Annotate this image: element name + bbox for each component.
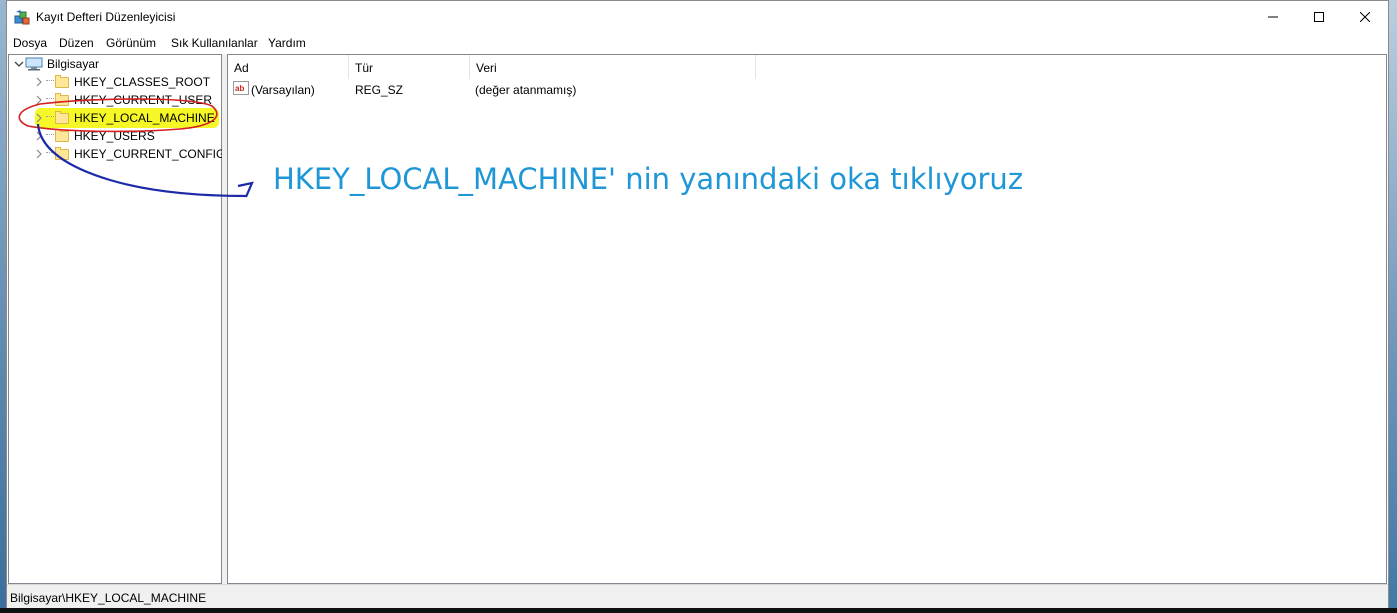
folder-icon (55, 128, 69, 142)
column-header-data[interactable]: Veri (470, 55, 755, 79)
tree-connector (46, 98, 54, 99)
column-header-type[interactable]: Tür (349, 55, 469, 79)
folder-icon (55, 74, 69, 88)
registry-editor-icon (14, 10, 30, 25)
annotation-text: HKEY_LOCAL_MACHINE' nin yanındaki oka tı… (273, 162, 1024, 196)
column-header-name[interactable]: Ad (228, 55, 348, 79)
key-tree-pane[interactable]: Bilgisayar HKEY_CLASSES_ROOT HKEY_CURREN… (8, 54, 225, 584)
menu-view[interactable]: Görünüm (106, 36, 156, 50)
tree-connector (46, 116, 54, 117)
tree-connector (46, 134, 54, 135)
tree-item-hku[interactable]: HKEY_USERS (33, 127, 155, 145)
value-row[interactable]: ab (Varsayılan) REG_SZ (değer atanmamış) (228, 80, 928, 98)
chevron-right-icon[interactable] (33, 73, 45, 91)
folder-icon (55, 146, 69, 160)
value-name: (Varsayılan) (251, 83, 315, 97)
string-value-icon: ab (233, 81, 249, 95)
menu-file[interactable]: Dosya (13, 36, 47, 50)
minimize-button[interactable] (1250, 1, 1296, 33)
close-button[interactable] (1342, 1, 1388, 33)
tree-item-hkcu[interactable]: HKEY_CURRENT_USER (33, 91, 212, 109)
value-data: (değer atanmamış) (475, 83, 577, 97)
chevron-right-icon[interactable] (33, 91, 45, 109)
menu-favorites[interactable]: Sık Kullanılanlar (171, 36, 258, 50)
maximize-button[interactable] (1296, 1, 1342, 33)
registry-editor-window: Kayıt Defteri Düzenleyicisi Dosya Düzen … (6, 0, 1389, 608)
tree-connector (46, 152, 54, 153)
tree-item-hkcr[interactable]: HKEY_CLASSES_ROOT (33, 73, 210, 91)
tree-item-label: HKEY_CURRENT_CONFIG (74, 147, 226, 161)
folder-icon (55, 110, 69, 124)
taskbar-edge (0, 608, 1397, 613)
maximize-icon (1314, 12, 1324, 22)
tree-item-label: HKEY_CLASSES_ROOT (74, 75, 211, 89)
status-bar: Bilgisayar\HKEY_LOCAL_MACHINE (7, 584, 1388, 608)
value-type: REG_SZ (355, 83, 404, 97)
status-path: Bilgisayar\HKEY_LOCAL_MACHINE (10, 591, 207, 605)
tree-item-label: HKEY_LOCAL_MACHINE (74, 111, 215, 125)
menu-bar: Dosya Düzen Görünüm Sık Kullanılanlar Ya… (7, 33, 1388, 53)
computer-icon (25, 57, 43, 71)
title-bar[interactable]: Kayıt Defteri Düzenleyicisi (7, 1, 1388, 33)
tree-item-hkcc[interactable]: HKEY_CURRENT_CONFIG (33, 145, 225, 163)
menu-edit[interactable]: Düzen (59, 36, 94, 50)
chevron-right-icon[interactable] (33, 145, 45, 163)
menu-help[interactable]: Yardım (268, 36, 306, 50)
tree-root-label: Bilgisayar (47, 57, 100, 71)
svg-text:ab: ab (235, 84, 244, 93)
column-divider[interactable] (755, 55, 756, 79)
chevron-right-icon[interactable] (33, 109, 45, 127)
tree-item-hklm[interactable]: HKEY_LOCAL_MACHINE (33, 109, 215, 127)
folder-icon (55, 92, 69, 106)
window-title: Kayıt Defteri Düzenleyicisi (36, 10, 176, 24)
tree-connector (46, 80, 54, 81)
tree-item-label: HKEY_USERS (74, 129, 155, 143)
close-icon (1360, 12, 1370, 22)
tree-item-computer[interactable]: Bilgisayar (13, 55, 99, 73)
desktop-background-right (1389, 0, 1397, 613)
chevron-down-icon[interactable] (13, 55, 25, 73)
values-list-pane[interactable]: Ad Tür Veri ab (Varsayılan) REG_SZ (değe… (227, 54, 1387, 584)
chevron-right-icon[interactable] (33, 127, 45, 145)
tree-item-label: HKEY_CURRENT_USER (74, 93, 213, 107)
minimize-icon (1268, 16, 1278, 18)
